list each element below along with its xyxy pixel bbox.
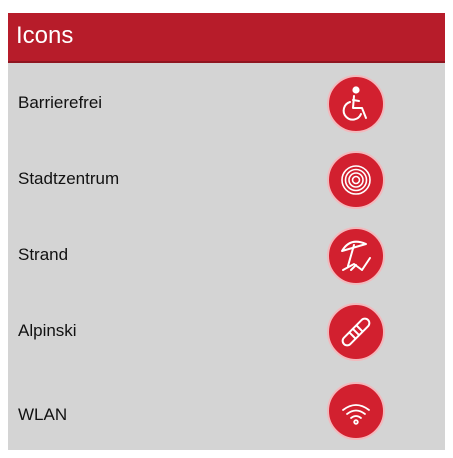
item-label: Alpinski [18,321,77,340]
item-label: Stadtzentrum [18,169,120,188]
panel-header: Icons [8,13,445,63]
wheelchair-icon[interactable] [326,74,386,134]
target-icon[interactable] [326,150,386,210]
item-label: WLAN [18,405,68,424]
ski-icon[interactable] [326,302,386,362]
list-item-stadtzentrum: Stadtzentrum [8,145,445,215]
list-item-strand: Strand [8,221,445,291]
icons-panel: Icons Barrierefrei Stadtzentrum Strand A… [8,13,445,450]
beach-umbrella-icon[interactable] [326,226,386,286]
wifi-icon[interactable] [326,381,386,441]
list-item-alpinski: Alpinski [8,297,445,367]
list-item-barrierefrei: Barrierefrei [8,69,445,139]
item-label: Barrierefrei [18,93,103,112]
list-item-wlan: WLAN [8,373,445,443]
panel-title: Icons [16,22,74,49]
item-label: Strand [18,245,69,264]
